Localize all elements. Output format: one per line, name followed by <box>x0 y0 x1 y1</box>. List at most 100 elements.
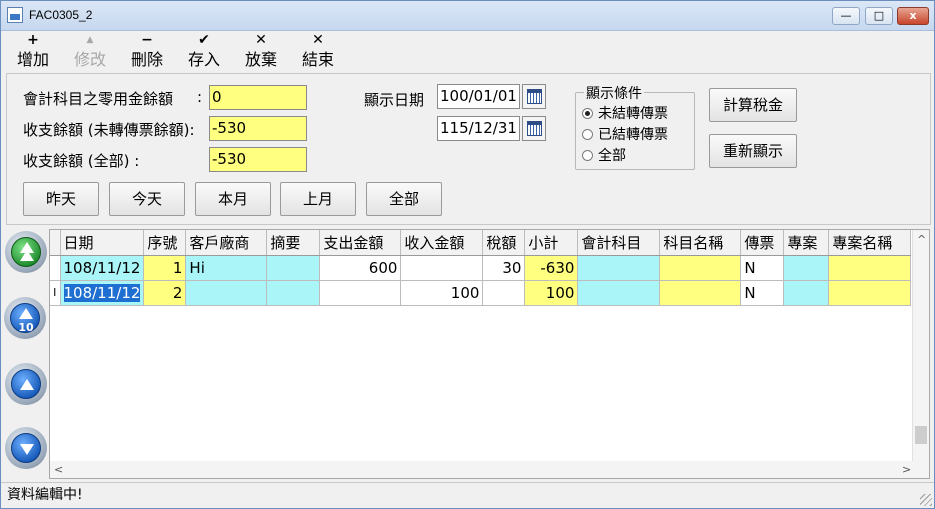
cell-subtotal[interactable]: -630 <box>524 255 579 281</box>
col-account[interactable]: 會計科目 <box>577 230 661 256</box>
exit-button[interactable]: ✕ 結束 <box>296 33 340 71</box>
cell-seq[interactable]: 2 <box>143 280 187 306</box>
discard-button[interactable]: ✕ 放棄 <box>239 33 283 71</box>
cell-seq[interactable]: 1 <box>143 255 187 281</box>
col-subtotal[interactable]: 小計 <box>524 230 579 256</box>
display-condition-group: 顯示條件 未結轉傳票 已結轉傳票 全部 <box>575 83 695 170</box>
minus-icon: − <box>141 32 153 48</box>
next-record-button[interactable] <box>5 427 47 469</box>
radio-all[interactable]: 全部 <box>582 145 626 165</box>
petty-cash-field[interactable]: 0 <box>209 85 307 110</box>
cell-tax[interactable]: 30 <box>482 255 526 281</box>
all-dates-button[interactable]: 全部 <box>366 182 442 216</box>
table-row[interactable]: 108/11/12 1 Hi 600 30 -630 N <box>50 255 912 281</box>
petty-cash-label: 會計科目之零用金餘額 <box>23 90 174 108</box>
col-voucher[interactable]: 傳票 <box>740 230 785 256</box>
add-button[interactable]: + 增加 <box>11 33 55 71</box>
cell-subtotal[interactable]: 100 <box>524 280 579 306</box>
edit-label: 修改 <box>73 50 106 69</box>
col-account-name[interactable]: 科目名稱 <box>659 230 742 256</box>
radio-all-label: 全部 <box>598 148 626 164</box>
record-nav-sidebar: 10 <box>1 229 49 481</box>
date-from-field[interactable]: 100/01/01 <box>437 84 520 109</box>
col-income[interactable]: 收入金額 <box>400 230 484 256</box>
prev-record-button[interactable] <box>5 363 47 405</box>
col-date[interactable]: 日期 <box>60 230 145 256</box>
cell-voucher[interactable]: N <box>740 280 785 306</box>
col-summary[interactable]: 摘要 <box>266 230 321 256</box>
col-tax[interactable]: 稅額 <box>482 230 526 256</box>
row-indicator[interactable] <box>50 255 61 281</box>
cell-project-name[interactable] <box>828 255 912 281</box>
cell-account-name[interactable] <box>659 255 742 281</box>
check-icon: ✔ <box>198 32 210 48</box>
cell-voucher[interactable]: N <box>740 255 785 281</box>
cell-project[interactable] <box>783 280 830 306</box>
x-icon: ✕ <box>312 32 324 48</box>
maximize-button[interactable]: □ <box>865 7 893 25</box>
cell-vendor[interactable] <box>185 280 268 306</box>
date-to-field[interactable]: 115/12/31 <box>437 116 520 141</box>
cell-expense[interactable]: 600 <box>319 255 402 281</box>
cell-date[interactable]: 108/11/12 <box>60 280 145 306</box>
cell-summary[interactable] <box>266 280 321 306</box>
col-expense[interactable]: 支出金額 <box>319 230 402 256</box>
cell-project[interactable] <box>783 255 830 281</box>
cell-vendor[interactable]: Hi <box>185 255 268 281</box>
row-header-corner <box>50 230 61 256</box>
close-button[interactable]: x <box>897 7 929 25</box>
save-button[interactable]: ✔ 存入 <box>182 33 226 71</box>
cell-account[interactable] <box>577 255 661 281</box>
cell-income[interactable]: 100 <box>400 280 484 306</box>
resize-grip-icon[interactable] <box>920 494 932 506</box>
scroll-left-arrow[interactable]: < <box>54 463 63 476</box>
filter-panel: 會計科目之零用金餘額 : 0 收支餘額 (未轉傳票餘額): -530 收支餘額 … <box>6 73 931 225</box>
transactions-table: 日期 序號 客戶廠商 摘要 支出金額 收入金額 稅額 小計 會計科目 科目名稱 … <box>50 230 912 306</box>
calc-tax-button[interactable]: 計算稅金 <box>709 88 797 122</box>
unposted-balance-field[interactable]: -530 <box>209 116 307 141</box>
cell-project-name[interactable] <box>828 280 912 306</box>
vertical-scroll-thumb[interactable] <box>915 426 927 444</box>
radio-unposted-label: 未結轉傳票 <box>598 106 668 122</box>
scroll-right-arrow[interactable]: > <box>902 463 911 476</box>
radio-selected-icon <box>582 108 593 119</box>
delete-button[interactable]: − 刪除 <box>125 33 169 71</box>
first-record-button[interactable] <box>5 231 47 273</box>
save-label: 存入 <box>187 50 220 69</box>
cell-date[interactable]: 108/11/12 <box>60 255 145 281</box>
table-row[interactable]: I 108/11/12 2 100 100 N <box>50 280 912 306</box>
refresh-button[interactable]: 重新顯示 <box>709 134 797 168</box>
cell-income[interactable] <box>400 255 484 281</box>
col-project-name[interactable]: 專案名稱 <box>828 230 912 256</box>
delete-label: 刪除 <box>130 50 163 69</box>
today-button[interactable]: 今天 <box>109 182 185 216</box>
horizontal-scrollbar[interactable]: < > <box>50 461 929 478</box>
col-project[interactable]: 專案 <box>783 230 830 256</box>
this-month-button[interactable]: 本月 <box>195 182 271 216</box>
last-month-button[interactable]: 上月 <box>280 182 356 216</box>
date-from-calendar-button[interactable] <box>522 84 546 109</box>
cell-account-name[interactable] <box>659 280 742 306</box>
page-up-button[interactable]: 10 <box>4 297 46 339</box>
scroll-up-arrow[interactable]: ^ <box>917 233 926 246</box>
row-indicator[interactable]: I <box>50 280 61 306</box>
yesterday-button[interactable]: 昨天 <box>23 182 99 216</box>
radio-posted[interactable]: 已結轉傳票 <box>582 124 668 144</box>
all-balance-field[interactable]: -530 <box>209 147 307 172</box>
date-to-calendar-button[interactable] <box>522 116 546 141</box>
minimize-button[interactable]: — <box>832 7 860 25</box>
first-record-icon <box>11 237 41 267</box>
col-vendor[interactable]: 客戶廠商 <box>185 230 268 256</box>
display-condition-title: 顯示條件 <box>584 83 644 103</box>
calendar-icon <box>527 89 542 104</box>
exit-label: 結束 <box>301 50 334 69</box>
transactions-grid[interactable]: 日期 序號 客戶廠商 摘要 支出金額 收入金額 稅額 小計 會計科目 科目名稱 … <box>49 229 930 479</box>
cell-account[interactable] <box>577 280 661 306</box>
cell-tax[interactable] <box>482 280 526 306</box>
cell-expense[interactable] <box>319 280 402 306</box>
edit-button[interactable]: ▲ 修改 <box>68 33 112 71</box>
cell-summary[interactable] <box>266 255 321 281</box>
vertical-scrollbar[interactable]: ^ <box>912 230 929 461</box>
radio-unposted[interactable]: 未結轉傳票 <box>582 103 668 123</box>
col-seq[interactable]: 序號 <box>143 230 187 256</box>
